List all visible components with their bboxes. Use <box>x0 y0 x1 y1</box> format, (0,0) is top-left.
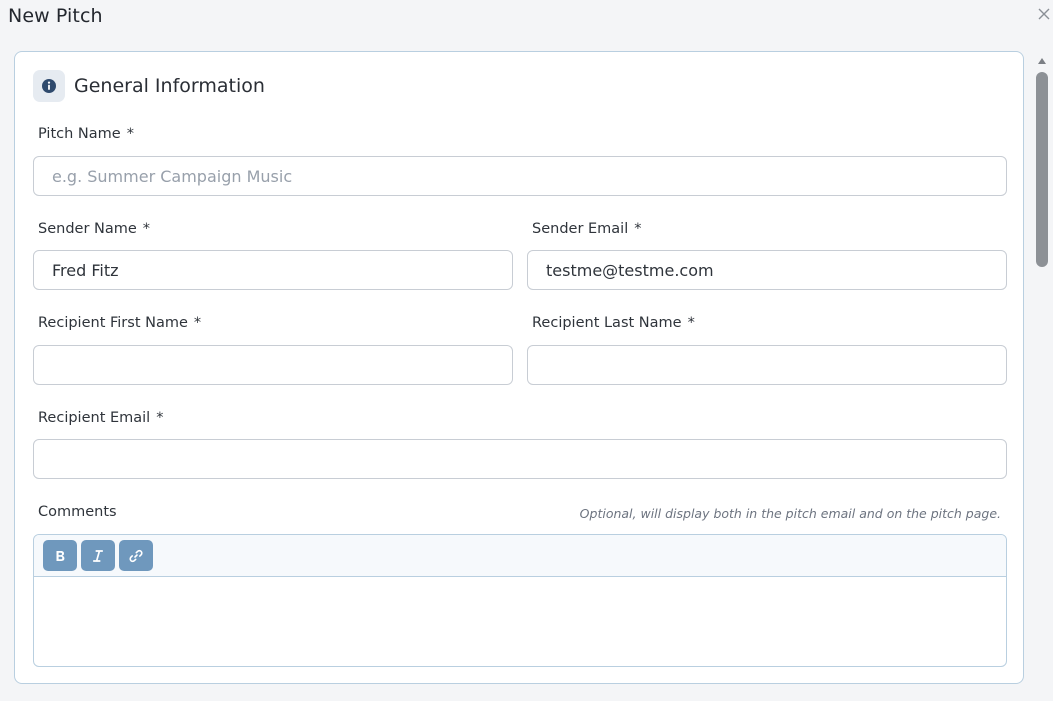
recipient-email-label: Recipient Email * <box>38 410 164 426</box>
editor-toolbar <box>34 535 1006 577</box>
section-header: General Information <box>33 70 265 102</box>
pitch-name-label: Pitch Name * <box>38 126 134 142</box>
italic-button[interactable] <box>81 540 115 571</box>
recipient-first-name-input[interactable] <box>33 345 513 385</box>
required-mark: * <box>142 221 151 237</box>
bold-icon <box>56 550 65 561</box>
link-icon <box>129 549 143 562</box>
comments-hint: Optional, will display both in the pitch… <box>579 506 1001 521</box>
section-title: General Information <box>74 75 265 97</box>
italic-icon <box>93 549 103 562</box>
sender-email-input[interactable] <box>527 250 1007 290</box>
sender-name-input[interactable] <box>33 250 513 290</box>
link-button[interactable] <box>119 540 153 571</box>
general-information-card: General Information Pitch Name* Sender N… <box>14 51 1024 684</box>
recipient-first-name-label: Recipient First Name * <box>38 315 202 331</box>
comments-textarea[interactable] <box>34 577 1006 666</box>
required-mark: * <box>193 315 202 331</box>
pitch-name-input[interactable] <box>33 156 1007 196</box>
dialog-title: New Pitch <box>8 5 103 27</box>
vertical-scrollbar[interactable] <box>1034 56 1050 701</box>
required-mark: * <box>634 221 642 237</box>
scroll-up-arrow-icon[interactable] <box>1038 58 1046 64</box>
info-icon <box>42 79 56 93</box>
required-mark: * <box>687 315 695 331</box>
recipient-last-name-label: Recipient Last Name * <box>532 315 695 331</box>
sender-email-label: Sender Email * <box>532 221 642 237</box>
scroll-thumb[interactable] <box>1036 72 1048 267</box>
info-icon-badge <box>33 70 65 102</box>
required-mark: * <box>126 126 134 142</box>
recipient-email-input[interactable] <box>33 439 1007 479</box>
recipient-last-name-input[interactable] <box>527 345 1007 385</box>
comments-editor <box>33 534 1007 667</box>
close-button[interactable] <box>1036 6 1052 22</box>
required-mark: * <box>156 410 164 426</box>
bold-button[interactable] <box>43 540 77 571</box>
sender-name-label: Sender Name * <box>38 221 151 237</box>
close-icon <box>1038 8 1050 20</box>
comments-label: Comments <box>38 504 117 520</box>
